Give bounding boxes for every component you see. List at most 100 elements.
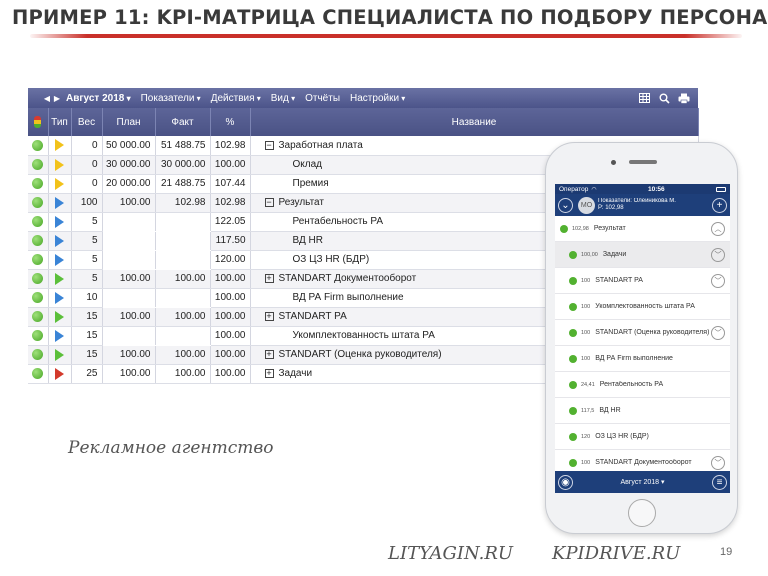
weight-cell: 15 [71, 307, 103, 327]
type-flag-icon [55, 139, 64, 152]
clock-time: 10:56 [648, 185, 665, 193]
type-cell [48, 136, 72, 156]
mobile-list-item[interactable]: 117,5 ВД HR [555, 398, 730, 424]
status-column-header[interactable] [28, 108, 49, 136]
fact-column-header[interactable]: Факт [155, 108, 211, 136]
add-icon[interactable]: + [712, 197, 727, 213]
type-flag-icon [55, 367, 64, 380]
type-cell [48, 193, 72, 213]
prev-period-arrow-icon[interactable]: ◀ [42, 94, 52, 103]
plan-cell: 20 000.00 [102, 174, 156, 194]
mobile-item-name: Задачи [602, 251, 627, 258]
fact-cell: 100.00 [155, 345, 211, 365]
type-cell [48, 212, 72, 232]
name-column-header[interactable]: Название [250, 108, 699, 136]
table-grid-icon[interactable] [638, 92, 650, 104]
collapse-icon[interactable]: − [264, 140, 274, 150]
expand-icon[interactable]: + [264, 311, 274, 321]
expand-icon[interactable]: + [264, 273, 274, 283]
traffic-light-icon [34, 116, 42, 128]
footer-site-2[interactable]: KPIDRIVE.RU [552, 543, 680, 564]
mobile-item-name: Результат [593, 225, 626, 232]
menu-settings[interactable]: Настройки [350, 93, 405, 104]
home-button[interactable] [628, 499, 656, 527]
mobile-list-item[interactable]: 24,41 Рентабельность РА [555, 372, 730, 398]
weight-cell: 15 [71, 345, 103, 365]
type-cell [48, 364, 72, 384]
chevron-down-icon[interactable]: ﹀ [711, 325, 725, 340]
mobile-list-item[interactable]: 100 STANDART (Оценка руководителя) ﹀ [555, 320, 730, 346]
weight-column-header[interactable]: Вес [71, 108, 103, 136]
status-green-icon [32, 272, 44, 284]
avatar[interactable]: МО [578, 196, 595, 214]
status-green-icon [569, 458, 577, 467]
fact-cell: 100.00 [155, 269, 211, 289]
footer-site-1[interactable]: LITYAGIN.RU [388, 543, 513, 564]
percent-cell: 100.00 [210, 364, 251, 384]
mobile-list-item[interactable]: 100 ВД РА Firm выполнение [555, 346, 730, 372]
menu-view[interactable]: Вид [271, 93, 295, 104]
type-flag-icon [55, 234, 64, 247]
chevron-up-icon[interactable]: ︿ [711, 221, 725, 236]
weight-cell: 5 [71, 269, 103, 289]
mobile-period-selector[interactable]: Август 2018 ▾ [573, 478, 712, 486]
period-selector[interactable]: Август 2018 [66, 93, 131, 104]
percent-cell: 100.00 [210, 288, 251, 308]
expand-icon[interactable]: + [264, 349, 274, 359]
menu-icon[interactable]: ≡ [712, 474, 727, 490]
mobile-item-value: 120 [581, 433, 591, 440]
status-green-icon [569, 250, 577, 259]
back-chevron-icon[interactable]: ⌄ [558, 197, 573, 213]
menu-actions[interactable]: Действия [211, 93, 261, 104]
mobile-list-item[interactable]: 100 Укомплектованность штата РА [555, 294, 730, 320]
chevron-down-icon[interactable]: ﹀ [711, 273, 725, 288]
status-green-icon [560, 224, 568, 233]
kpi-name: Заработная плата [278, 139, 363, 151]
status-green-icon [569, 380, 577, 389]
eye-icon[interactable]: ◉ [558, 474, 573, 490]
status-green-icon [569, 276, 577, 285]
plan-cell [102, 288, 156, 308]
mobile-item-name: ОЗ ЦЗ HR (БДР) [595, 433, 649, 440]
type-cell [48, 250, 72, 270]
plan-cell: 100.00 [102, 307, 156, 327]
plan-cell: 30 000.00 [102, 155, 156, 175]
mobile-list-item[interactable]: 102,98 Результат ︿ [555, 216, 730, 242]
status-cell [28, 307, 49, 327]
percent-cell: 117.50 [210, 231, 251, 251]
status-cell [28, 288, 49, 308]
mobile-list-item[interactable]: 100 STANDART РА ﹀ [555, 268, 730, 294]
mobile-list-item[interactable]: 100,00 Задачи ﹀ [555, 242, 730, 268]
weight-cell: 0 [71, 155, 103, 175]
weight-cell: 0 [71, 136, 103, 156]
type-flag-icon [55, 158, 64, 171]
fact-cell [155, 231, 211, 251]
percent-cell: 100.00 [210, 326, 251, 346]
status-cell [28, 250, 49, 270]
kpi-name: Задачи [278, 368, 313, 379]
expand-icon[interactable]: + [264, 368, 274, 378]
percent-cell: 102.98 [210, 136, 251, 156]
chevron-down-icon[interactable]: ﹀ [711, 247, 725, 262]
search-icon[interactable] [658, 92, 670, 104]
percent-column-header[interactable]: % [210, 108, 251, 136]
plan-column-header[interactable]: План [102, 108, 156, 136]
menu-indicators[interactable]: Показатели [141, 93, 201, 104]
weight-cell: 5 [71, 212, 103, 232]
mobile-item-name: Укомплектованность штата РА [595, 303, 695, 310]
mobile-item-name: STANDART (Оценка руководителя) [595, 329, 710, 336]
collapse-icon[interactable]: − [264, 197, 274, 207]
fact-cell: 102.98 [155, 193, 211, 213]
type-cell [48, 269, 72, 289]
next-period-arrow-icon[interactable]: ▶ [52, 94, 62, 103]
type-column-header[interactable]: Тип [48, 108, 72, 136]
wifi-icon: ◠ [591, 186, 597, 193]
menu-reports[interactable]: Отчёты [305, 93, 340, 104]
print-icon[interactable] [678, 92, 690, 104]
fact-cell: 51 488.75 [155, 136, 211, 156]
mobile-item-name: STANDART Документооборот [595, 459, 692, 466]
mobile-status-bar: Оператор ◠ 10:56 [555, 184, 730, 194]
mobile-list-item[interactable]: 120 ОЗ ЦЗ HR (БДР) [555, 424, 730, 450]
status-green-icon [32, 158, 44, 170]
chevron-down-icon[interactable]: ﹀ [711, 455, 725, 470]
